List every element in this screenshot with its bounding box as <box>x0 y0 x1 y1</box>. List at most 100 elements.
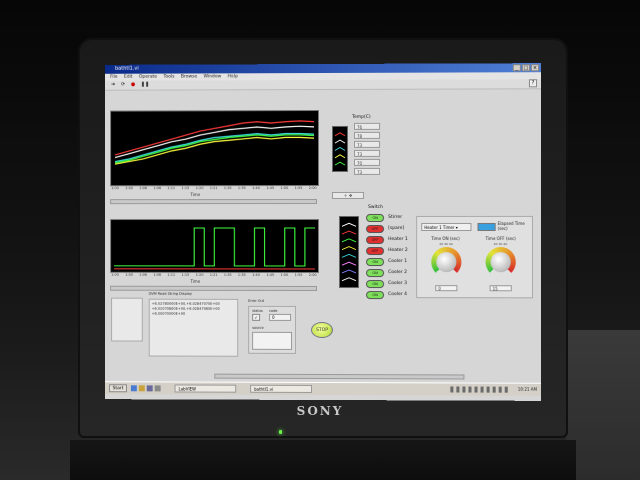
switch-series-switch <box>114 228 315 266</box>
switch-toggle[interactable]: ON <box>366 258 385 267</box>
time-off-value-field[interactable]: 15 <box>489 285 512 292</box>
dvm-line-3: +6.00070000E+00 <box>151 311 186 316</box>
x-tick-label: 1:45 <box>266 272 275 277</box>
heater-select-value: Heater 1 Timer <box>424 224 455 230</box>
switch-toggle[interactable]: ON <box>366 213 385 222</box>
switch-label: Cooler 1 <box>388 259 407 265</box>
menu-tools[interactable]: Tools <box>163 75 174 80</box>
switch-label: Cooler 2 <box>388 270 407 276</box>
elapsed-time-label: Elapsed Time (sec) <box>497 220 525 231</box>
switch-label: Cooler 4 <box>388 292 407 298</box>
menu-help[interactable]: Help <box>228 74 238 79</box>
time-on-value-field[interactable]: 0 <box>435 285 458 292</box>
hand-icon[interactable]: ✥ <box>349 193 352 198</box>
legend-swatch <box>341 277 356 282</box>
time-on-knob[interactable] <box>436 252 457 273</box>
dvm-line-2: +6.02070800E+00,+6.02847080E+00 <box>151 306 220 311</box>
x-tick-label: 1:06 <box>153 272 162 277</box>
temperature-legend <box>332 125 349 172</box>
switch-legend <box>339 215 360 289</box>
menu-file[interactable]: File <box>110 75 117 80</box>
dvm-read-label: DVM Read String Display <box>148 291 192 296</box>
brand-logo: SONY <box>296 404 344 418</box>
time-off-knob[interactable] <box>490 252 511 273</box>
minimize-button[interactable]: _ <box>512 64 521 72</box>
switch-toggle[interactable]: ON <box>366 269 385 278</box>
x-tick-label: 1:11 <box>167 186 176 191</box>
temp-label: Temp(C) <box>352 114 371 120</box>
x-tick-label: 1:50 <box>280 186 289 191</box>
switch-toggle[interactable]: ON <box>366 280 385 289</box>
abort-icon[interactable]: ● <box>131 82 137 88</box>
switch-toggle[interactable]: OFF <box>366 247 385 256</box>
time-off-label: Time OFF (sec) <box>485 236 516 242</box>
taskbar: Start LabVIEW bathtl1.vi 10:21 AM <box>105 381 542 396</box>
photo-scene: bathtl1.vi _ □ × File Edit Operate Tools… <box>0 0 640 480</box>
x-tick-label: 1:00 <box>125 272 133 277</box>
blank-indicator <box>111 297 143 342</box>
heater-timer-panel: Heater 1 Timer ▾ Elapsed Time (sec) Time… <box>416 215 533 299</box>
temp-field-1: 76 <box>354 122 381 130</box>
x-tick-label: 1:15 <box>181 272 190 277</box>
legend-swatch <box>341 238 356 243</box>
x-tick-label: 1:06 <box>139 272 148 277</box>
legend-swatch <box>334 132 346 137</box>
close-button[interactable]: × <box>530 64 540 72</box>
switch-toggle[interactable]: OFF <box>366 224 385 234</box>
heater-select-dropdown[interactable]: Heater 1 Timer ▾ <box>421 222 472 231</box>
menu-edit[interactable]: Edit <box>124 75 133 80</box>
error-out-label: Error Out <box>248 298 265 303</box>
switch-toggle[interactable]: ON <box>366 291 385 300</box>
source-field <box>252 331 293 350</box>
taskbar-item-bathtl1[interactable]: bathtl1.vi <box>250 384 313 393</box>
zoom-icon[interactable]: ＋ <box>344 193 348 198</box>
temp-field-4: 73 <box>354 149 381 157</box>
folder-icon[interactable] <box>138 385 145 392</box>
temp-field-2: 78 <box>354 131 381 139</box>
pause-icon[interactable]: ❚❚ <box>141 82 149 88</box>
temperature-chart <box>110 110 320 187</box>
code-field: 0 <box>269 313 292 321</box>
dvm-read-display: +6.02780000E+00,+6.02847070E+00 +6.02070… <box>148 298 239 357</box>
stop-button[interactable]: STOP <box>311 321 334 339</box>
window-title: bathtl1.vi <box>115 65 139 72</box>
laptop-hinge <box>70 440 576 480</box>
x-tick-label: 1:00 <box>125 186 133 191</box>
x-tick-label: 1:55 <box>294 186 303 191</box>
maximize-button[interactable]: □ <box>521 64 530 72</box>
laptop-screen: bathtl1.vi _ □ × File Edit Operate Tools… <box>105 63 542 401</box>
graph-palette[interactable]: ＋ ✥ <box>332 191 365 199</box>
help-context-icon[interactable]: ? <box>528 79 538 88</box>
taskbar-item-labview[interactable]: LabVIEW <box>174 384 237 393</box>
dropdown-arrow-icon: ▾ <box>455 224 458 230</box>
quicklaunch-icon[interactable] <box>154 385 161 392</box>
x-tick-label: 1:21 <box>209 272 218 277</box>
ie-icon[interactable] <box>130 385 137 392</box>
time-off-scale: 20 30 40 <box>493 242 508 247</box>
status-check-icon: ✓ <box>252 313 261 321</box>
status-label: status <box>252 308 263 313</box>
menu-browse[interactable]: Browse <box>181 74 197 79</box>
start-button[interactable]: Start <box>109 384 127 393</box>
temperature-chart-scrollbar[interactable] <box>110 199 318 205</box>
x-tick-label: 1:11 <box>167 272 176 277</box>
legend-swatch <box>341 253 356 258</box>
switch-label: Stirrer <box>388 214 403 220</box>
legend-swatch <box>341 222 356 227</box>
desk-surface <box>566 330 640 480</box>
menu-operate[interactable]: Operate <box>139 75 157 80</box>
time-on-scale: 20 30 40 <box>439 242 453 247</box>
legend-swatch <box>341 245 356 250</box>
switch-chart-scrollbar[interactable] <box>110 285 318 291</box>
window-scrollbar[interactable] <box>214 373 465 380</box>
legend-swatch <box>334 154 346 159</box>
run-continuous-icon[interactable]: ⟳ <box>121 82 127 88</box>
desktop-icon[interactable] <box>146 385 153 392</box>
run-arrow-icon[interactable]: ➔ <box>111 82 117 88</box>
temp-field-6: 73 <box>354 167 381 175</box>
menu-window[interactable]: Window <box>204 74 222 79</box>
x-tick-label: 1:06 <box>153 186 162 191</box>
x-tick-label: 2:00 <box>308 186 317 191</box>
temperature-series-4 <box>115 136 315 166</box>
switch-toggle[interactable]: OFF <box>366 236 385 245</box>
